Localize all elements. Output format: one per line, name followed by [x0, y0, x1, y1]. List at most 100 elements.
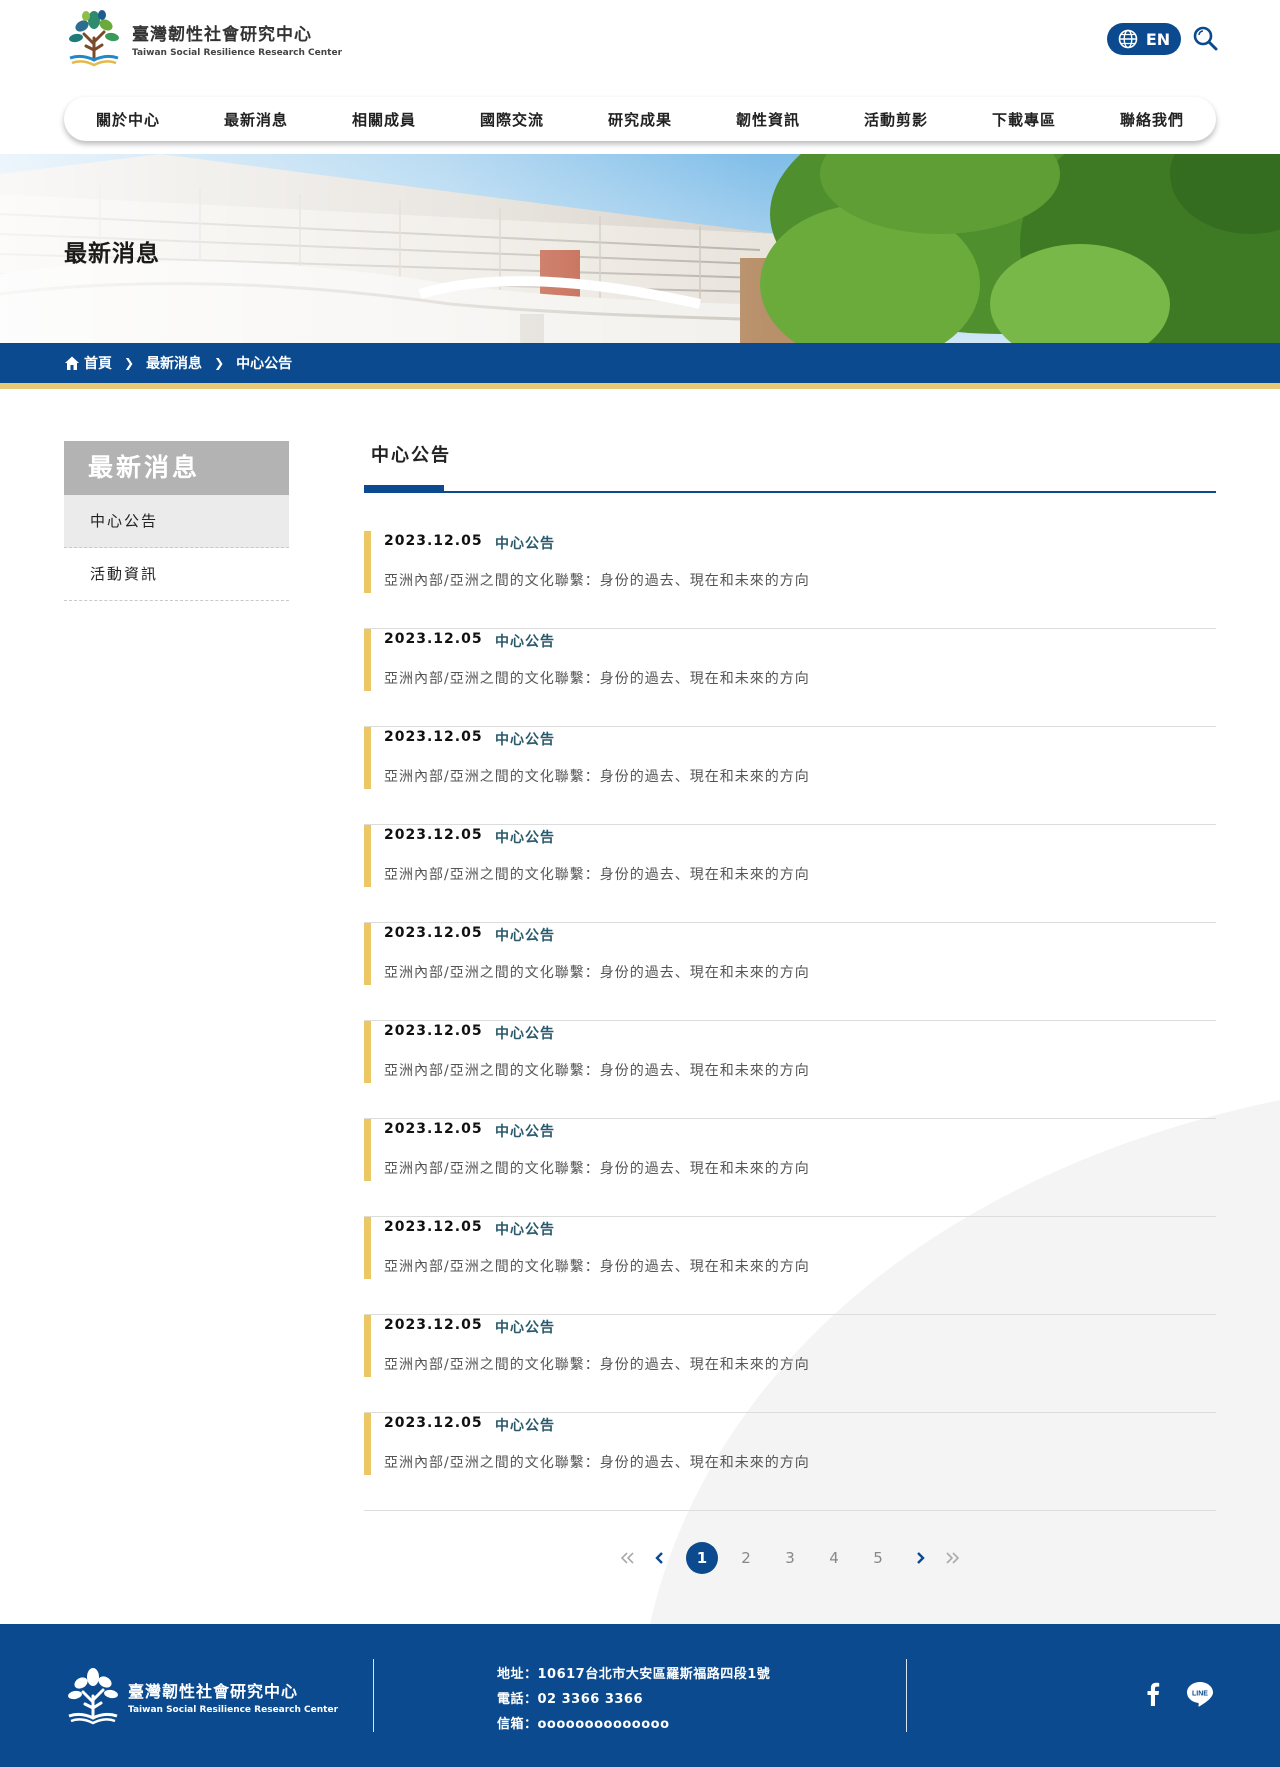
- breadcrumb-accent-line: [0, 383, 1280, 389]
- news-title[interactable]: 亞洲內部/亞洲之間的文化聯繫：身份的過去、現在和未來的方向: [384, 1060, 810, 1080]
- page-number[interactable]: 3: [774, 1542, 806, 1574]
- news-item[interactable]: 2023.12.05 中心公告 亞洲內部/亞洲之間的文化聯繫：身份的過去、現在和…: [364, 1021, 1216, 1119]
- footer-contact-info: 地址：10617台北市大安區羅斯福路四段1號 電話：02 3366 3366 信…: [497, 1662, 770, 1737]
- news-item[interactable]: 2023.12.05 中心公告 亞洲內部/亞洲之間的文化聯繫：身份的過去、現在和…: [364, 1413, 1216, 1511]
- news-date: 2023.12.05: [384, 1023, 483, 1039]
- footer-phone: 電話：02 3366 3366: [497, 1692, 644, 1707]
- news-title[interactable]: 亞洲內部/亞洲之間的文化聯繫：身份的過去、現在和未來的方向: [384, 1452, 810, 1472]
- news-item[interactable]: 2023.12.05 中心公告 亞洲內部/亞洲之間的文化聯繫：身份的過去、現在和…: [364, 923, 1216, 1021]
- news-category: 中心公告: [495, 1222, 555, 1238]
- news-title[interactable]: 亞洲內部/亞洲之間的文化聯繫：身份的過去、現在和未來的方向: [384, 668, 810, 688]
- sidebar-item-event-info[interactable]: 活動資訊: [64, 548, 289, 601]
- nav-item-news[interactable]: 最新消息: [192, 109, 320, 130]
- banner-photo: [0, 154, 1280, 343]
- nav-item-research[interactable]: 研究成果: [576, 109, 704, 130]
- news-item[interactable]: 2023.12.05 中心公告 亞洲內部/亞洲之間的文化聯繫：身份的過去、現在和…: [364, 1315, 1216, 1413]
- language-label: EN: [1145, 29, 1171, 49]
- section-title: 中心公告: [371, 445, 451, 466]
- nav-item-members[interactable]: 相關成員: [320, 109, 448, 130]
- news-title[interactable]: 亞洲內部/亞洲之間的文化聯繫：身份的過去、現在和未來的方向: [384, 864, 810, 884]
- news-title[interactable]: 亞洲內部/亞洲之間的文化聯繫：身份的過去、現在和未來的方向: [384, 1354, 810, 1374]
- globe-icon: [1118, 29, 1138, 49]
- nav-item-gallery[interactable]: 活動剪影: [832, 109, 960, 130]
- footer-site-name-en: Taiwan Social Resilience Research Center: [128, 1704, 339, 1715]
- line-icon[interactable]: LINE: [1186, 1681, 1214, 1711]
- facebook-icon[interactable]: [1146, 1682, 1160, 1710]
- footer-logo[interactable]: 臺灣韌性社會研究中心 Taiwan Social Resilience Rese…: [64, 1666, 338, 1726]
- news-title[interactable]: 亞洲內部/亞洲之間的文化聯繫：身份的過去、現在和未來的方向: [384, 1256, 810, 1276]
- news-category: 中心公告: [495, 1418, 555, 1434]
- news-date: 2023.12.05: [384, 1219, 483, 1235]
- search-icon[interactable]: [1192, 25, 1218, 51]
- sidebar-item-center-announcements[interactable]: 中心公告: [64, 495, 289, 548]
- footer-email: 信箱：oooooooooooooo: [497, 1717, 670, 1732]
- svg-text:LINE: LINE: [1192, 1691, 1208, 1698]
- sidebar: 最新消息 中心公告 活動資訊: [64, 441, 289, 601]
- section-title-underline: [364, 483, 1216, 493]
- news-title[interactable]: 亞洲內部/亞洲之間的文化聯繫：身份的過去、現在和未來的方向: [384, 766, 810, 786]
- footer-divider: [906, 1659, 907, 1732]
- nav-item-about[interactable]: 關於中心: [64, 109, 192, 130]
- home-icon[interactable]: [64, 355, 80, 371]
- main-nav: 關於中心 最新消息 相關成員 國際交流 研究成果 韌性資訊 活動剪影 下載專區 …: [64, 97, 1216, 141]
- news-title[interactable]: 亞洲內部/亞洲之間的文化聯繫：身份的過去、現在和未來的方向: [384, 1158, 810, 1178]
- page-number-current[interactable]: 1: [686, 1542, 718, 1574]
- footer-address: 地址：10617台北市大安區羅斯福路四段1號: [497, 1667, 771, 1682]
- news-item[interactable]: 2023.12.05 中心公告 亞洲內部/亞洲之間的文化聯繫：身份的過去、現在和…: [364, 1217, 1216, 1315]
- footer-social-links: LINE: [1146, 1681, 1214, 1711]
- news-date: 2023.12.05: [384, 1415, 483, 1431]
- footer-divider: [373, 1659, 374, 1732]
- news-category: 中心公告: [495, 1320, 555, 1336]
- news-date: 2023.12.05: [384, 729, 483, 745]
- news-list: 2023.12.05 中心公告 亞洲內部/亞洲之間的文化聯繫：身份的過去、現在和…: [364, 531, 1216, 1511]
- nav-item-contact[interactable]: 聯絡我們: [1088, 109, 1216, 130]
- double-chevron-right-icon[interactable]: [936, 1542, 968, 1574]
- news-date: 2023.12.05: [384, 1317, 483, 1333]
- tree-book-logo-icon: [69, 10, 119, 67]
- news-date: 2023.12.05: [384, 1121, 483, 1137]
- nav-item-resilience-info[interactable]: 韌性資訊: [704, 109, 832, 130]
- nav-item-international[interactable]: 國際交流: [448, 109, 576, 130]
- breadcrumb-bar: 首頁 ❯ 最新消息 ❯ 中心公告: [0, 343, 1280, 383]
- breadcrumb-current: 中心公告: [236, 356, 293, 372]
- chevron-left-icon[interactable]: [644, 1542, 676, 1574]
- sidebar-title: 最新消息: [64, 441, 289, 495]
- news-date: 2023.12.05: [384, 925, 483, 941]
- breadcrumb-news[interactable]: 最新消息: [146, 353, 202, 373]
- site-name-en: Taiwan Social Resilience Research Center: [132, 48, 343, 58]
- news-category: 中心公告: [495, 830, 555, 846]
- news-category: 中心公告: [495, 1124, 555, 1140]
- site-footer: 臺灣韌性社會研究中心 Taiwan Social Resilience Rese…: [0, 1624, 1280, 1767]
- tree-book-logo-icon: [68, 1668, 118, 1725]
- site-header: 臺灣韌性社會研究中心 Taiwan Social Resilience Rese…: [0, 0, 1280, 154]
- news-category: 中心公告: [495, 928, 555, 944]
- news-title[interactable]: 亞洲內部/亞洲之間的文化聯繫：身份的過去、現在和未來的方向: [384, 570, 810, 590]
- news-date: 2023.12.05: [384, 827, 483, 843]
- news-item[interactable]: 2023.12.05 中心公告 亞洲內部/亞洲之間的文化聯繫：身份的過去、現在和…: [364, 727, 1216, 825]
- chevron-right-icon: ❯: [214, 356, 225, 370]
- site-logo[interactable]: 臺灣韌性社會研究中心 Taiwan Social Resilience Rese…: [64, 10, 342, 68]
- news-category: 中心公告: [495, 732, 555, 748]
- footer-site-name-zh: 臺灣韌性社會研究中心: [128, 1681, 299, 1701]
- language-switch-button[interactable]: EN: [1107, 23, 1181, 55]
- site-name-zh: 臺灣韌性社會研究中心: [132, 25, 312, 45]
- page-number[interactable]: 5: [862, 1542, 894, 1574]
- news-item[interactable]: 2023.12.05 中心公告 亞洲內部/亞洲之間的文化聯繫：身份的過去、現在和…: [364, 825, 1216, 923]
- page-title: 最新消息: [64, 241, 160, 267]
- page-number[interactable]: 4: [818, 1542, 850, 1574]
- news-title[interactable]: 亞洲內部/亞洲之間的文化聯繫：身份的過去、現在和未來的方向: [384, 962, 810, 982]
- pagination: 1 2 3 4 5: [612, 1542, 968, 1574]
- news-item[interactable]: 2023.12.05 中心公告 亞洲內部/亞洲之間的文化聯繫：身份的過去、現在和…: [364, 531, 1216, 629]
- breadcrumb-home[interactable]: 首頁: [84, 353, 112, 373]
- chevron-right-icon[interactable]: [904, 1542, 936, 1574]
- news-item[interactable]: 2023.12.05 中心公告 亞洲內部/亞洲之間的文化聯繫：身份的過去、現在和…: [364, 1119, 1216, 1217]
- double-chevron-left-icon[interactable]: [612, 1542, 644, 1574]
- main-content: 中心公告 2023.12.05 中心公告 亞洲內部/亞洲之間的文化聯繫：身份的過…: [364, 441, 1216, 1511]
- page-number[interactable]: 2: [730, 1542, 762, 1574]
- news-category: 中心公告: [495, 634, 555, 650]
- news-item[interactable]: 2023.12.05 中心公告 亞洲內部/亞洲之間的文化聯繫：身份的過去、現在和…: [364, 629, 1216, 727]
- page-banner: 最新消息: [0, 154, 1280, 343]
- news-date: 2023.12.05: [384, 533, 483, 549]
- breadcrumb: 首頁 ❯ 最新消息 ❯ 中心公告: [64, 343, 292, 383]
- nav-item-downloads[interactable]: 下載專區: [960, 109, 1088, 130]
